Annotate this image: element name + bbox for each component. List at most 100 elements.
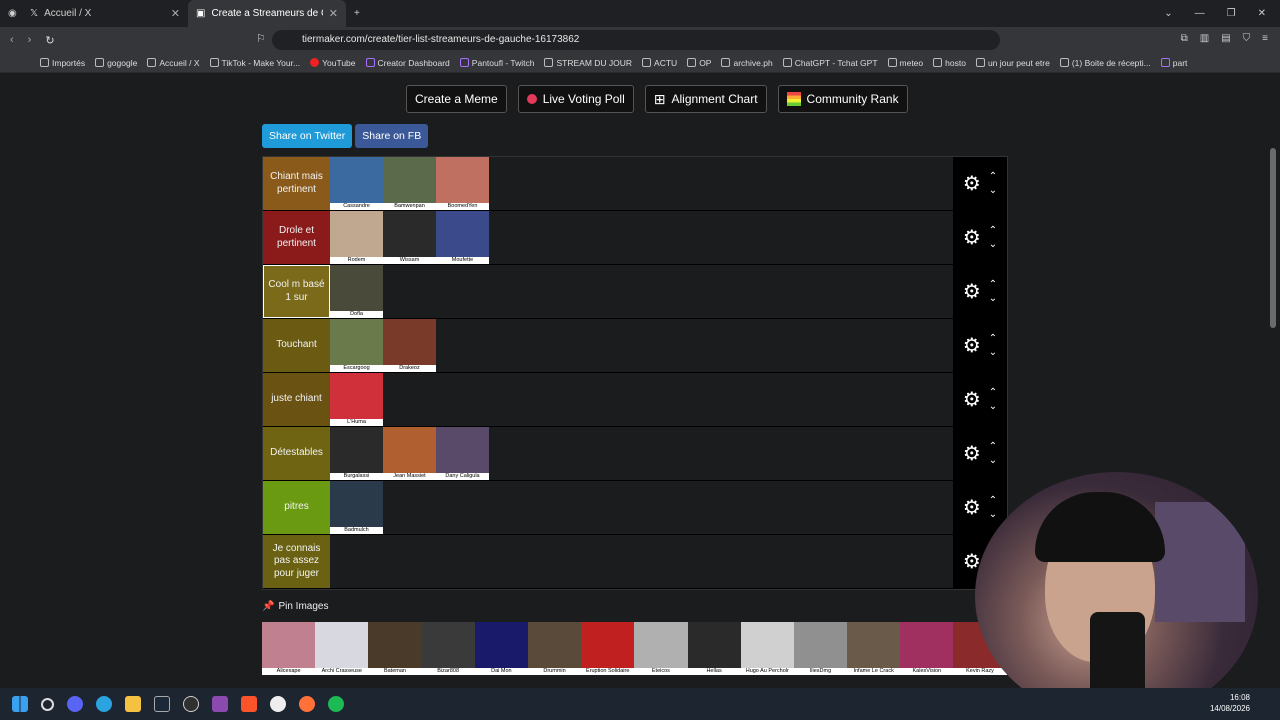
tier-items[interactable]: Escargoog Drakeoz (330, 319, 953, 372)
tier-item[interactable]: Moufette (436, 211, 489, 264)
move-up-icon[interactable]: ⌃ (989, 279, 997, 290)
bookmark-item[interactable]: ACTU (642, 58, 677, 68)
tier-item[interactable]: BoomedYen (436, 157, 489, 210)
bookmark-item[interactable]: meteo (887, 58, 923, 68)
settings-gear-icon[interactable]: ⚙ (963, 279, 981, 304)
share-fb-button[interactable]: Share on FB (355, 124, 429, 148)
app-icon[interactable] (212, 696, 228, 712)
tier-label[interactable]: Détestables (263, 427, 330, 480)
settings-gear-icon[interactable]: ⚙ (963, 333, 981, 358)
settings-gear-icon[interactable]: ⚙ (963, 495, 981, 520)
back-icon[interactable]: ‹ (10, 34, 14, 47)
tier-item[interactable]: Jean Massiet (383, 427, 436, 480)
discord-icon[interactable] (67, 696, 83, 712)
tier-item[interactable]: Dany Caligula (436, 427, 489, 480)
tier-item[interactable]: Dofla (330, 265, 383, 318)
live-voting-poll-button[interactable]: Live Voting Poll (517, 85, 634, 113)
share-twitter-button[interactable]: Share on Twitter (262, 124, 353, 148)
bookmark-item[interactable]: STREAM DU JOUR (544, 58, 632, 68)
bookmark-item[interactable]: (1) Boite de récepti... (1059, 58, 1151, 68)
tier-item[interactable]: Escargoog (330, 319, 383, 372)
windows-start-icon[interactable] (12, 696, 28, 712)
forward-icon[interactable]: › (28, 34, 32, 47)
tier-items[interactable]: Dofla (330, 265, 953, 318)
menu-icon[interactable]: ≡ (1262, 33, 1268, 44)
maximize-icon[interactable]: ❐ (1227, 8, 1236, 19)
tier-label[interactable]: Je connais pas assez pour juger (263, 535, 330, 588)
bookmark-item[interactable]: Accueil / X (147, 58, 200, 68)
file-explorer-icon[interactable] (125, 696, 141, 712)
spotify-icon[interactable] (328, 696, 344, 712)
settings-gear-icon[interactable]: ⚙ (963, 441, 981, 466)
bookmark-item[interactable]: Pantoufl - Twitch (459, 58, 534, 68)
tab-tiermaker[interactable]: ▣ Create a Streameurs de Gauche ✕ (188, 0, 346, 27)
move-down-icon[interactable]: ⌄ (989, 455, 997, 466)
tier-item[interactable]: Eruption Solidaire (581, 622, 635, 675)
tier-items[interactable]: L'Huma (330, 373, 953, 426)
chrome-icon[interactable] (270, 696, 286, 712)
tier-items[interactable]: Rodem Wissam Moufette (330, 211, 953, 264)
move-up-icon[interactable]: ⌃ (989, 387, 997, 398)
tier-items[interactable] (330, 535, 953, 588)
firefox-icon[interactable] (299, 696, 315, 712)
bookmark-item[interactable]: OP (687, 58, 711, 68)
tier-item[interactable]: Eteicos (634, 622, 688, 675)
move-down-icon[interactable]: ⌄ (989, 185, 997, 196)
tier-label[interactable]: juste chiant (263, 373, 330, 426)
extensions-icon[interactable]: ⧉ (1181, 33, 1188, 44)
steam-icon[interactable] (154, 696, 170, 712)
tier-item[interactable]: Bamwenpan (383, 157, 436, 210)
settings-gear-icon[interactable]: ⚙ (963, 171, 981, 196)
telegram-icon[interactable] (96, 696, 112, 712)
close-tab-icon[interactable]: ✕ (329, 7, 338, 20)
move-down-icon[interactable]: ⌄ (989, 401, 997, 412)
obs-icon[interactable] (183, 696, 199, 712)
tier-item[interactable]: Alicexape (262, 622, 316, 675)
move-up-icon[interactable]: ⌃ (989, 441, 997, 452)
bookmark-item[interactable]: ChatGPT - Tchat GPT (782, 58, 878, 68)
settings-gear-icon[interactable]: ⚙ (963, 225, 981, 250)
tier-item[interactable]: Bizar808 (421, 622, 475, 675)
bookmark-item[interactable]: hosto (933, 58, 966, 68)
tier-label[interactable]: Cool m basé 1 sur (263, 265, 330, 318)
bookmark-item[interactable]: TikTok - Make Your... (209, 58, 300, 68)
move-down-icon[interactable]: ⌄ (989, 509, 997, 520)
system-clock[interactable]: 16:08 14/08/2026 (1210, 692, 1250, 714)
bookmark-item[interactable]: Creator Dashboard (365, 58, 450, 68)
search-icon[interactable] (41, 697, 54, 711)
close-window-icon[interactable]: ✕ (1258, 8, 1266, 19)
move-down-icon[interactable]: ⌄ (989, 293, 997, 304)
move-up-icon[interactable]: ⌃ (989, 495, 997, 506)
move-down-icon[interactable]: ⌄ (989, 347, 997, 358)
tier-item[interactable]: KalesVision (900, 622, 954, 675)
tier-item[interactable]: Rodem (330, 211, 383, 264)
tier-item[interactable]: Burgalassi (330, 427, 383, 480)
tier-item[interactable]: Wissam (383, 211, 436, 264)
bookmark-item[interactable]: part (1160, 58, 1187, 68)
bookmark-item[interactable]: Importés (40, 58, 85, 68)
tier-label[interactable]: pitres (263, 481, 330, 534)
move-up-icon[interactable]: ⌃ (989, 225, 997, 236)
tier-item[interactable]: Badmulch (330, 481, 383, 534)
tier-item[interactable]: L'Huma (330, 373, 383, 426)
tier-item[interactable]: Drummin (527, 622, 582, 675)
bookmark-item[interactable]: gogogle (95, 58, 137, 68)
brave-icon[interactable] (241, 696, 257, 712)
tier-item[interactable]: Cassandre (330, 157, 383, 210)
tier-item[interactable]: Bateman (368, 622, 422, 675)
community-rank-button[interactable]: Community Rank (777, 85, 908, 113)
tier-item[interactable]: Hellas (687, 622, 741, 675)
pin-images[interactable]: 📌 Pin Images (262, 601, 328, 612)
tier-label[interactable]: Drole et pertinent (263, 211, 330, 264)
move-up-icon[interactable]: ⌃ (989, 171, 997, 182)
sidebar-icon[interactable]: ▥ (1200, 33, 1209, 44)
tier-item[interactable]: IliesDmg (793, 622, 848, 675)
tier-item[interactable]: Dai Mon (474, 622, 528, 675)
wallet-icon[interactable]: ▤ (1221, 33, 1230, 44)
bookmark-item[interactable]: YouTube (310, 58, 356, 68)
browser-menu-icon[interactable]: ◉ (0, 0, 22, 27)
bookmark-item[interactable]: un jour peut etre (975, 58, 1050, 68)
new-tab-button[interactable]: + (346, 0, 368, 27)
minimize-icon[interactable]: — (1195, 8, 1205, 19)
alignment-chart-button[interactable]: ⊞ Alignment Chart (644, 85, 767, 113)
